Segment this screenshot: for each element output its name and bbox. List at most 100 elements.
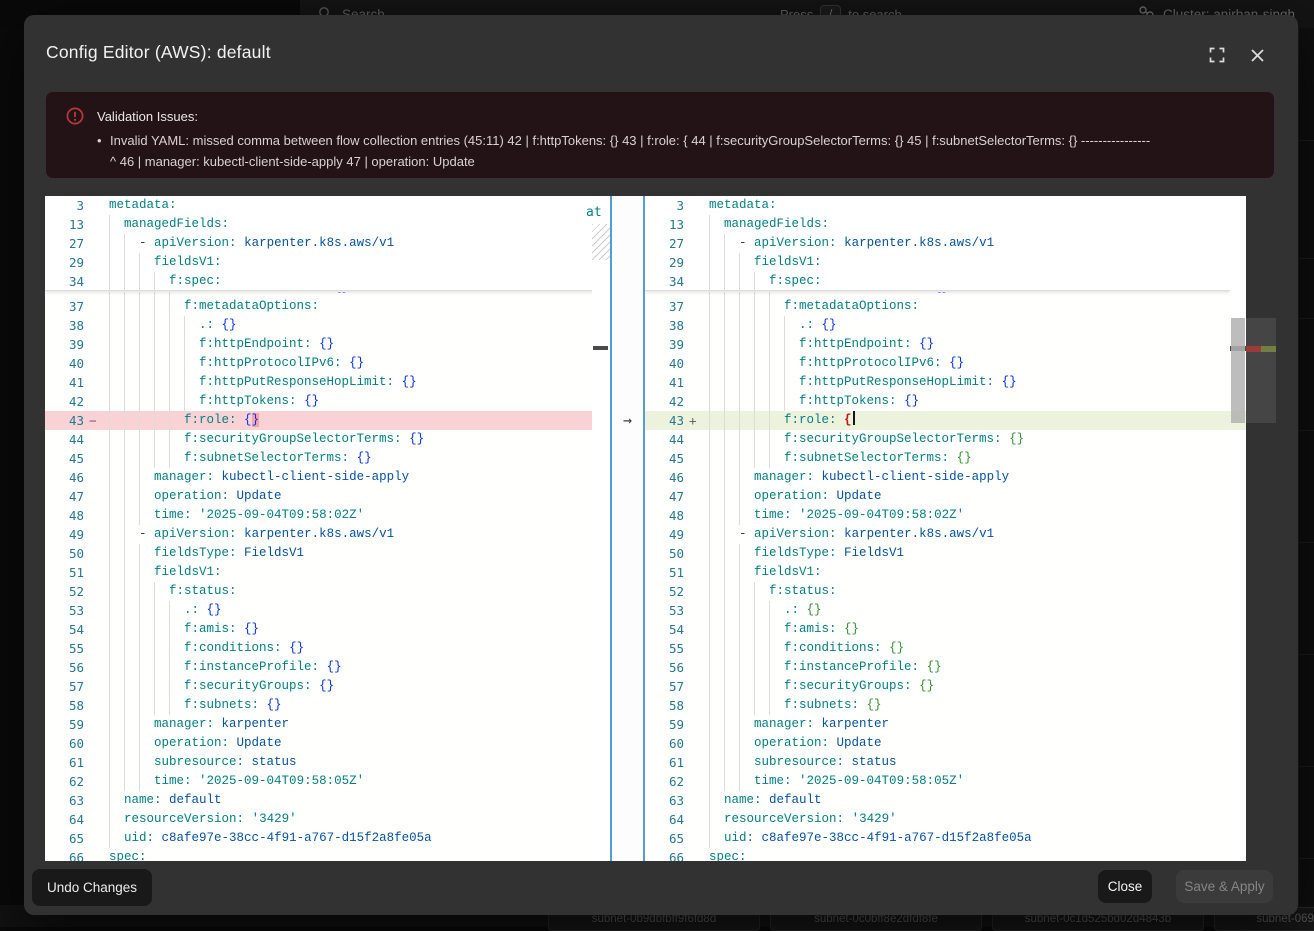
code-line[interactable]: 58 f:subnets: {}: [45, 696, 598, 715]
line-number[interactable]: 51: [645, 563, 689, 582]
line-number[interactable]: 59: [45, 715, 89, 734]
code-line[interactable]: 61 subresource: status: [645, 753, 1230, 772]
code-line[interactable]: 61 subresource: status: [45, 753, 598, 772]
line-number[interactable]: 56: [45, 658, 89, 677]
line-number[interactable]: 50: [645, 544, 689, 563]
code-line[interactable]: 13 managedFields:: [45, 215, 598, 234]
code-line[interactable]: 34 f:spec:: [45, 272, 598, 291]
code-line[interactable]: 45 f:subnetSelectorTerms: {}: [645, 449, 1230, 468]
code-line[interactable]: 56 f:instanceProfile: {}: [45, 658, 598, 677]
line-number[interactable]: 48: [645, 506, 689, 525]
line-number[interactable]: 37: [645, 297, 689, 316]
code-line[interactable]: 56 f:instanceProfile: {}: [645, 658, 1230, 677]
line-number[interactable]: 29: [645, 253, 689, 272]
minimap-original[interactable]: at: [592, 196, 610, 861]
code-line[interactable]: 50 fieldsType: FieldsV1: [645, 544, 1230, 563]
code-line[interactable]: 55 f:conditions: {}: [45, 639, 598, 658]
code-line[interactable]: 27 - apiVersion: karpenter.k8s.aws/v1: [45, 234, 598, 253]
code-line[interactable]: 57 f:securityGroups: {}: [645, 677, 1230, 696]
code-line[interactable]: 53 .: {}: [45, 601, 598, 620]
code-line[interactable]: 64 resourceVersion: '3429': [45, 810, 598, 829]
code-line[interactable]: 55 f:conditions: {}: [645, 639, 1230, 658]
code-line[interactable]: 49 - apiVersion: karpenter.k8s.aws/v1: [45, 525, 598, 544]
line-number[interactable]: 52: [45, 582, 89, 601]
line-number[interactable]: 58: [45, 696, 89, 715]
code-line[interactable]: 45 f:subnetSelectorTerms: {}: [45, 449, 598, 468]
code-line[interactable]: 40 f:httpProtocolIPv6: {}: [645, 354, 1230, 373]
line-number[interactable]: 56: [645, 658, 689, 677]
line-number[interactable]: 45: [45, 449, 89, 468]
line-number[interactable]: 43: [45, 411, 89, 430]
line-number[interactable]: 51: [45, 563, 89, 582]
line-number[interactable]: 53: [645, 601, 689, 620]
line-number[interactable]: 54: [45, 620, 89, 639]
code-line[interactable]: 64 resourceVersion: '3429': [645, 810, 1230, 829]
line-number[interactable]: 62: [645, 772, 689, 791]
line-number[interactable]: 43: [645, 411, 689, 430]
code-line[interactable]: 3metadata:: [645, 196, 1230, 215]
code-line[interactable]: 54 f:amis: {}: [645, 620, 1230, 639]
line-number[interactable]: 29: [45, 253, 89, 272]
line-number[interactable]: 49: [645, 525, 689, 544]
undo-changes-button[interactable]: Undo Changes: [32, 869, 152, 906]
code-line[interactable]: 41 f:httpPutResponseHopLimit: {}: [45, 373, 598, 392]
line-number[interactable]: 47: [45, 487, 89, 506]
line-number[interactable]: 38: [645, 316, 689, 335]
line-number[interactable]: 54: [645, 620, 689, 639]
line-number[interactable]: 60: [645, 734, 689, 753]
line-number[interactable]: 3: [45, 196, 89, 215]
save-apply-button[interactable]: Save & Apply: [1176, 870, 1273, 903]
code-line[interactable]: 41 f:httpPutResponseHopLimit: {}: [645, 373, 1230, 392]
code-line[interactable]: 42 f:httpTokens: {}: [45, 392, 598, 411]
line-number[interactable]: 61: [45, 753, 89, 772]
line-number[interactable]: 42: [45, 392, 89, 411]
code-line[interactable]: 3metadata:: [45, 196, 598, 215]
close-dialog-button[interactable]: [1246, 44, 1268, 66]
code-line[interactable]: 29 fieldsV1:: [45, 253, 598, 272]
code-line[interactable]: 48 time: '2025-09-04T09:58:02Z': [645, 506, 1230, 525]
code-line[interactable]: 59 manager: karpenter: [645, 715, 1230, 734]
line-number[interactable]: 50: [45, 544, 89, 563]
code-line[interactable]: 65 uid: c8afe97e-38cc-4f91-a767-d15f2a8f…: [45, 829, 598, 848]
code-line[interactable]: 44 f:securityGroupSelectorTerms: {}: [45, 430, 598, 449]
code-line[interactable]: 62 time: '2025-09-04T09:58:05Z': [45, 772, 598, 791]
code-line[interactable]: 59 manager: karpenter: [45, 715, 598, 734]
line-number[interactable]: 44: [645, 430, 689, 449]
line-number[interactable]: 65: [45, 829, 89, 848]
code-line[interactable]: 39 f:httpEndpoint: {}: [645, 335, 1230, 354]
line-number[interactable]: 40: [45, 354, 89, 373]
code-line[interactable]: 60 operation: Update: [45, 734, 598, 753]
line-number[interactable]: 64: [645, 810, 689, 829]
code-line[interactable]: 38 .: {}: [45, 316, 598, 335]
code-line[interactable]: 29 fieldsV1:: [645, 253, 1230, 272]
code-line[interactable]: 40 f:httpProtocolIPv6: {}: [45, 354, 598, 373]
line-number[interactable]: 13: [645, 215, 689, 234]
code-line[interactable]: 63 name: default: [645, 791, 1230, 810]
code-line[interactable]: 63 name: default: [45, 791, 598, 810]
line-number[interactable]: 41: [645, 373, 689, 392]
code-line[interactable]: 46 manager: kubectl-client-side-apply: [45, 468, 598, 487]
line-number[interactable]: 66: [45, 848, 89, 861]
diff-splitter-sash[interactable]: →: [610, 196, 645, 861]
code-line[interactable]: 66spec:: [645, 848, 1230, 861]
code-line[interactable]: 51 fieldsV1:: [45, 563, 598, 582]
line-number[interactable]: 13: [45, 215, 89, 234]
line-number[interactable]: 44: [45, 430, 89, 449]
line-number[interactable]: 45: [645, 449, 689, 468]
line-number[interactable]: 34: [645, 272, 689, 291]
code-line[interactable]: 37 f:metadataOptions:: [45, 297, 598, 316]
code-line[interactable]: 52 f:status:: [45, 582, 598, 601]
line-number[interactable]: 57: [645, 677, 689, 696]
code-line[interactable]: 65 uid: c8afe97e-38cc-4f91-a767-d15f2a8f…: [645, 829, 1230, 848]
line-number[interactable]: 66: [645, 848, 689, 861]
line-number[interactable]: 57: [45, 677, 89, 696]
line-number[interactable]: 59: [645, 715, 689, 734]
line-number[interactable]: 47: [645, 487, 689, 506]
line-number[interactable]: 63: [45, 791, 89, 810]
line-number[interactable]: 63: [645, 791, 689, 810]
line-number[interactable]: 55: [45, 639, 89, 658]
code-line[interactable]: 48 time: '2025-09-04T09:58:02Z': [45, 506, 598, 525]
code-line[interactable]: 42 f:httpTokens: {}: [645, 392, 1230, 411]
line-number[interactable]: 49: [45, 525, 89, 544]
code-line[interactable]: 44 f:securityGroupSelectorTerms: {}: [645, 430, 1230, 449]
